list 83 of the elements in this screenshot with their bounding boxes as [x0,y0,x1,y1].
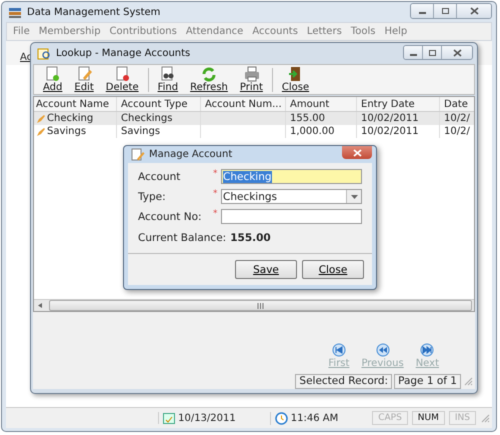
input-field[interactable]: Checking [221,169,362,184]
menu-item[interactable]: Accounts [252,26,298,37]
column-header[interactable]: Account Num... [201,97,286,111]
status-date: 10/13/2011 [178,412,236,424]
caret-icon [350,194,358,198]
dialog-button[interactable]: Close [302,260,364,279]
key-indicator: NUM [412,411,445,425]
table-cell: 10/02/2011 [361,126,419,137]
table-row[interactable]: Checking Checkings 155.00 10/02/2011 10/2/ [34,112,474,125]
required-marker: * [213,209,218,219]
column-header[interactable]: Entry Date [357,97,440,111]
field-label: Type: [138,190,167,203]
maximize-icon [440,7,450,15]
close-icon [352,148,362,156]
status-time: 11:46 AM [290,412,338,424]
table-cell: Checking [47,113,94,124]
field-label: Account [138,170,182,183]
table-cell: 1,000.00 [290,126,335,137]
toolbar-button[interactable]: Refresh [187,66,231,93]
close-icon [452,48,462,56]
column-header[interactable]: Date [440,97,472,111]
key-indicator: INS [448,411,476,425]
table-cell: Checkings [121,113,172,124]
table-cell: 10/2/ [444,126,470,137]
balance-value: 155.00 [230,232,271,244]
column-header[interactable]: Account Type [117,97,201,111]
window-title: Data Management System [27,6,162,18]
table-cell: 10/2/ [444,113,470,124]
minimize-button[interactable] [404,46,422,59]
resize-grip-icon [480,413,490,423]
skip-forward-icon [420,343,434,357]
required-marker: * [213,169,218,179]
grip-icon [257,302,264,308]
field-label: Account No: [138,210,203,223]
close-button[interactable] [342,146,372,159]
lookup-icon [37,47,51,60]
minimize-button[interactable] [411,4,433,18]
menu-item[interactable]: Attendance [186,26,244,37]
menu-item[interactable]: Membership [38,26,101,37]
menu-item[interactable]: Contributions [110,26,177,37]
input-field[interactable] [221,209,362,224]
dialog-title: Manage Account [149,149,234,160]
table-row[interactable]: Savings Savings 1,000.00 10/02/2011 10/2/ [34,125,474,138]
toolbar-button[interactable]: Add [40,66,66,93]
column-header[interactable]: Amount [286,97,357,111]
rewind-icon [376,343,390,357]
refresh-icon [200,66,218,82]
menu-item[interactable]: Letters [306,26,342,37]
app-icon [8,6,22,18]
column-header[interactable]: Account Name [34,97,117,111]
maximize-button[interactable] [422,46,441,59]
dropdown-button[interactable] [346,190,361,203]
table-cell: Savings [121,126,160,137]
scroll-left-icon [37,302,43,309]
menu-item[interactable]: Tools [350,26,376,37]
resize-grip-icon [463,376,473,386]
toolbar-button[interactable]: Edit [71,66,97,93]
table-cell: Savings [47,126,86,137]
dialog-button[interactable]: Save [235,260,297,279]
skip-back-icon [332,343,346,357]
required-marker: * [213,189,218,199]
close-button[interactable] [441,46,472,59]
maximize-icon [428,48,436,56]
maximize-button[interactable] [433,4,456,18]
table-cell: 155.00 [290,113,325,124]
balance-label: Current Balance: [138,232,226,244]
clock-icon [274,412,288,424]
window-title: Lookup - Manage Accounts [56,48,192,59]
close-icon [470,7,478,15]
toolbar-button[interactable]: Close [278,66,312,93]
menu-item[interactable]: Help [384,26,408,37]
status-label: Selected Record: [295,374,392,388]
toolbar-button[interactable]: Delete [102,66,142,93]
calendar-icon [163,412,176,424]
close-button[interactable] [456,4,491,18]
key-indicator: CAPS [372,411,408,425]
dropdown[interactable]: Checkings [221,189,362,204]
edit-document-icon [131,148,145,161]
status-value: Page 1 of 1 [394,374,461,388]
menu-item[interactable]: File [13,26,30,37]
table-cell: 10/02/2011 [361,113,419,124]
toolbar-button[interactable]: Print [236,66,266,93]
toolbar-button[interactable]: Find [154,66,182,93]
